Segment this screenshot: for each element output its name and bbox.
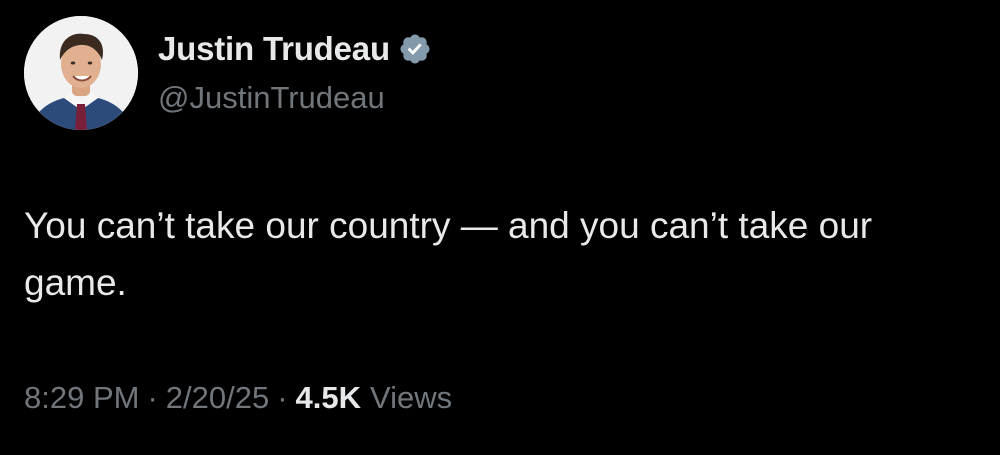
author-name-row: Justin Trudeau [158, 29, 432, 69]
views-label: Views [370, 380, 453, 415]
avatar[interactable] [24, 16, 138, 130]
tweet-card: Justin Trudeau @JustinTrudeau You can’t … [0, 0, 1000, 455]
meta-separator: · [147, 380, 158, 415]
author-handle[interactable]: @JustinTrudeau [158, 80, 385, 116]
verified-badge-icon[interactable] [398, 32, 432, 66]
meta-separator: · [277, 380, 288, 415]
author-display-name[interactable]: Justin Trudeau [158, 30, 390, 68]
tweet-text: You can’t take our country — and you can… [24, 205, 873, 303]
tweet-date[interactable]: 2/20/25 [166, 380, 269, 416]
tweet-time[interactable]: 8:29 PM [24, 380, 139, 416]
views-count[interactable]: 4.5K [296, 380, 361, 416]
tweet-meta: 8:29 PM · 2/20/25 · 4.5K Views [24, 380, 452, 416]
avatar-image [24, 16, 138, 130]
